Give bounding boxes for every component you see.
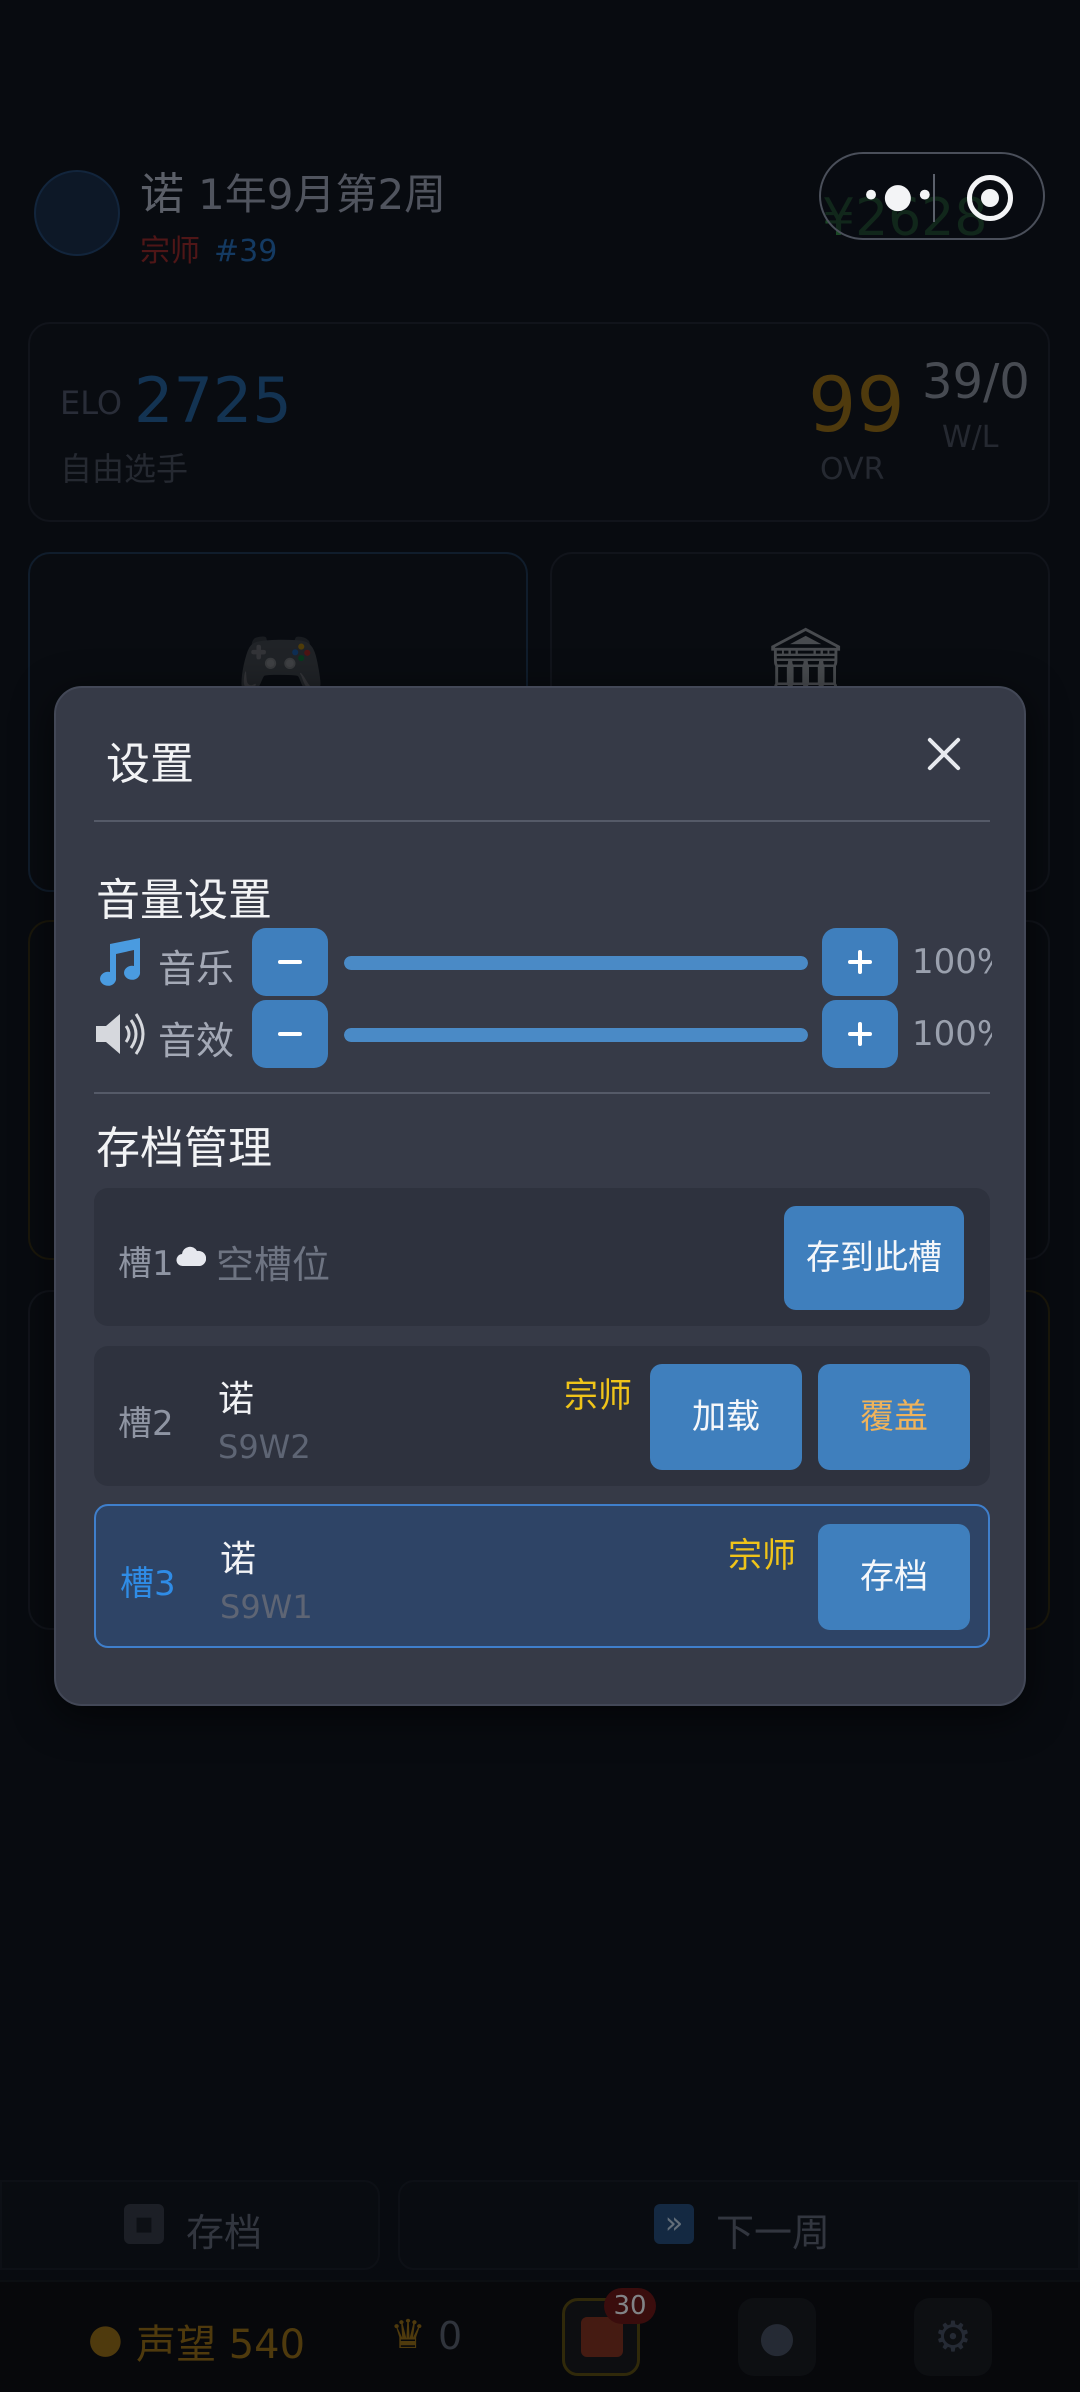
slot-label: 槽3 — [120, 1564, 176, 1604]
overwrite-button[interactable]: 覆盖 — [818, 1364, 970, 1470]
dialog-title: 设置 — [106, 739, 194, 790]
load-button[interactable]: 加载 — [650, 1364, 802, 1470]
sfx-volume-row: 音效 100% — [92, 1000, 992, 1070]
slot-label: 槽1 — [118, 1244, 174, 1284]
minus-icon — [278, 960, 302, 964]
slot-week: S9W2 — [218, 1428, 311, 1466]
music-label: 音乐 — [158, 947, 235, 991]
music-volume-slider[interactable] — [344, 956, 808, 970]
plus-icon — [858, 950, 862, 974]
sfx-percent: 100% — [912, 1014, 992, 1054]
divider — [94, 1092, 990, 1094]
speaker-icon — [96, 1013, 145, 1055]
save-button[interactable]: 存档 — [818, 1524, 970, 1630]
slot-label: 槽2 — [118, 1404, 174, 1444]
slot-player-name: 诺 — [218, 1379, 255, 1420]
save-slot-2: 槽2 诺 S9W2 宗师 加载 覆盖 — [94, 1346, 990, 1486]
close-icon[interactable] — [918, 728, 970, 780]
save-slot-3: 槽3 诺 S9W1 宗师 存档 — [94, 1504, 990, 1648]
capsule-divider — [933, 174, 935, 222]
save-slot-1: 槽1 空槽位 存到此槽 — [94, 1188, 990, 1326]
music-volume-row: 音乐 100% — [92, 928, 992, 998]
slot-status: 空槽位 — [216, 1243, 331, 1287]
sfx-volume-fill — [344, 1028, 808, 1042]
sfx-volume-slider[interactable] — [344, 1028, 808, 1042]
music-percent: 100% — [912, 942, 992, 982]
slot-rank: 宗师 — [728, 1536, 796, 1576]
sfx-decrease-button[interactable] — [252, 1000, 328, 1068]
sfx-increase-button[interactable] — [822, 1000, 898, 1068]
plus-icon — [858, 1022, 862, 1046]
music-increase-button[interactable] — [822, 928, 898, 996]
minus-icon — [278, 1032, 302, 1036]
mini-program-capsule: •●• — [819, 152, 1045, 240]
save-section-title: 存档管理 — [96, 1123, 272, 1174]
music-note-icon — [100, 938, 141, 986]
sfx-label: 音效 — [158, 1019, 235, 1063]
more-icon[interactable]: •●• — [861, 176, 937, 216]
close-target-icon[interactable] — [967, 175, 1013, 221]
slot-rank: 宗师 — [564, 1376, 632, 1416]
music-decrease-button[interactable] — [252, 928, 328, 996]
slot-player-name: 诺 — [220, 1539, 257, 1580]
volume-section-title: 音量设置 — [96, 875, 272, 926]
cloud-icon — [176, 1246, 206, 1267]
music-volume-fill — [344, 956, 808, 970]
slot-week: S9W1 — [220, 1588, 313, 1626]
divider — [94, 820, 990, 822]
settings-dialog: 设置 音量设置 音乐 100% 音效 — [54, 686, 1026, 1706]
save-to-slot-button[interactable]: 存到此槽 — [784, 1206, 964, 1310]
